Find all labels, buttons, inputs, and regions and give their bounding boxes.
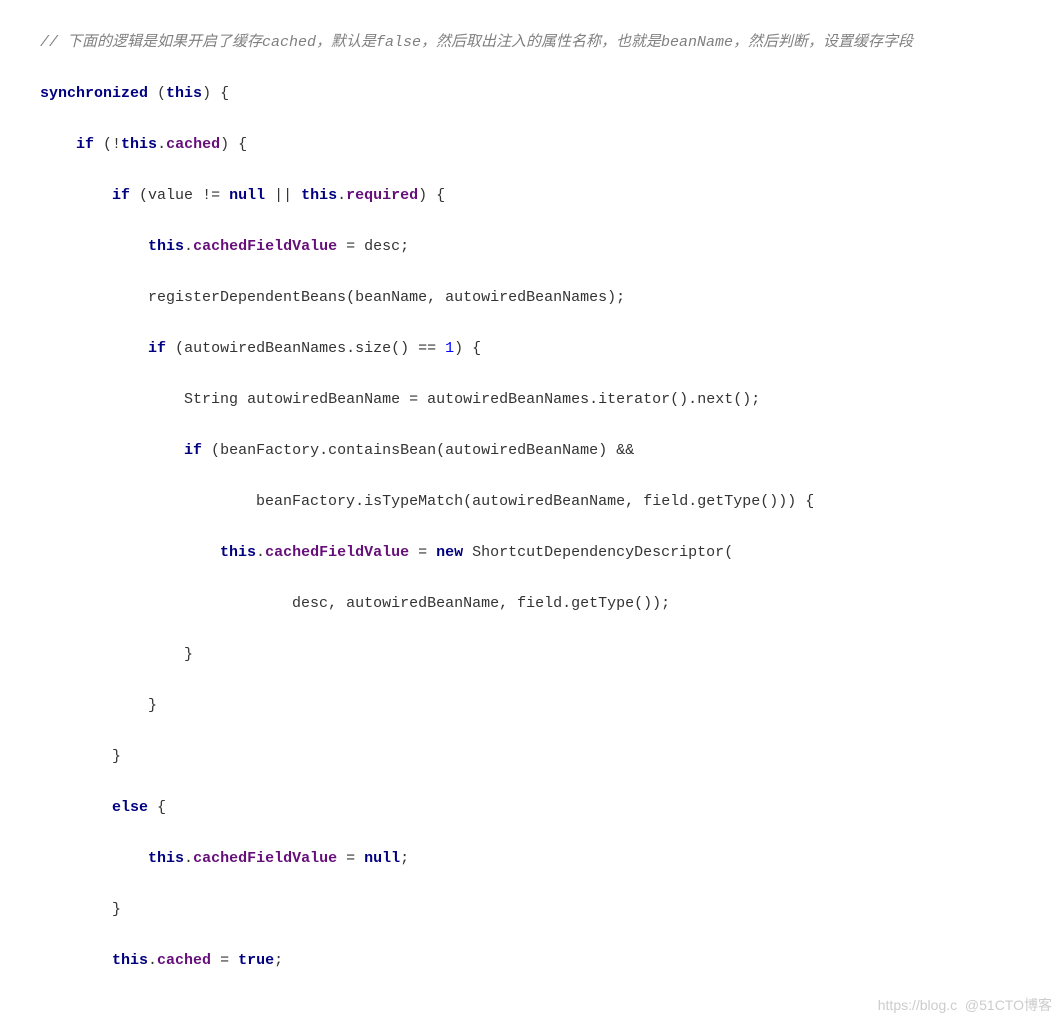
code-line: registerDependentBeans(beanName, autowir… — [40, 285, 1062, 311]
code-line: else { — [40, 795, 1062, 821]
code-line: if (value != null || this.required) { — [40, 183, 1062, 209]
code-line: } — [40, 744, 1062, 770]
code-line: } — [40, 897, 1062, 923]
code-line: this.cachedFieldValue = desc; — [40, 234, 1062, 260]
code-line: // 下面的逻辑是如果开启了缓存cached，默认是false，然后取出注入的属… — [40, 30, 1062, 56]
code-line: if (autowiredBeanNames.size() == 1) { — [40, 336, 1062, 362]
watermark: https://blog.c @51CTO博客 — [878, 994, 1052, 1016]
code-line: if (!this.cached) { — [40, 132, 1062, 158]
code-line: } — [40, 693, 1062, 719]
code-line: this.cachedFieldValue = new ShortcutDepe… — [40, 540, 1062, 566]
code-line: String autowiredBeanName = autowiredBean… — [40, 387, 1062, 413]
code-line: beanFactory.isTypeMatch(autowiredBeanNam… — [40, 489, 1062, 515]
code-line: this.cachedFieldValue = null; — [40, 846, 1062, 872]
code-line: desc, autowiredBeanName, field.getType()… — [40, 591, 1062, 617]
code-line: this.cached = true; — [40, 948, 1062, 974]
code-line: } — [40, 642, 1062, 668]
code-line: synchronized (this) { — [40, 81, 1062, 107]
code-block: // 下面的逻辑是如果开启了缓存cached，默认是false，然后取出注入的属… — [0, 0, 1062, 1016]
code-line: if (beanFactory.containsBean(autowiredBe… — [40, 438, 1062, 464]
comment: // 下面的逻辑是如果开启了缓存cached，默认是false，然后取出注入的属… — [40, 34, 913, 51]
